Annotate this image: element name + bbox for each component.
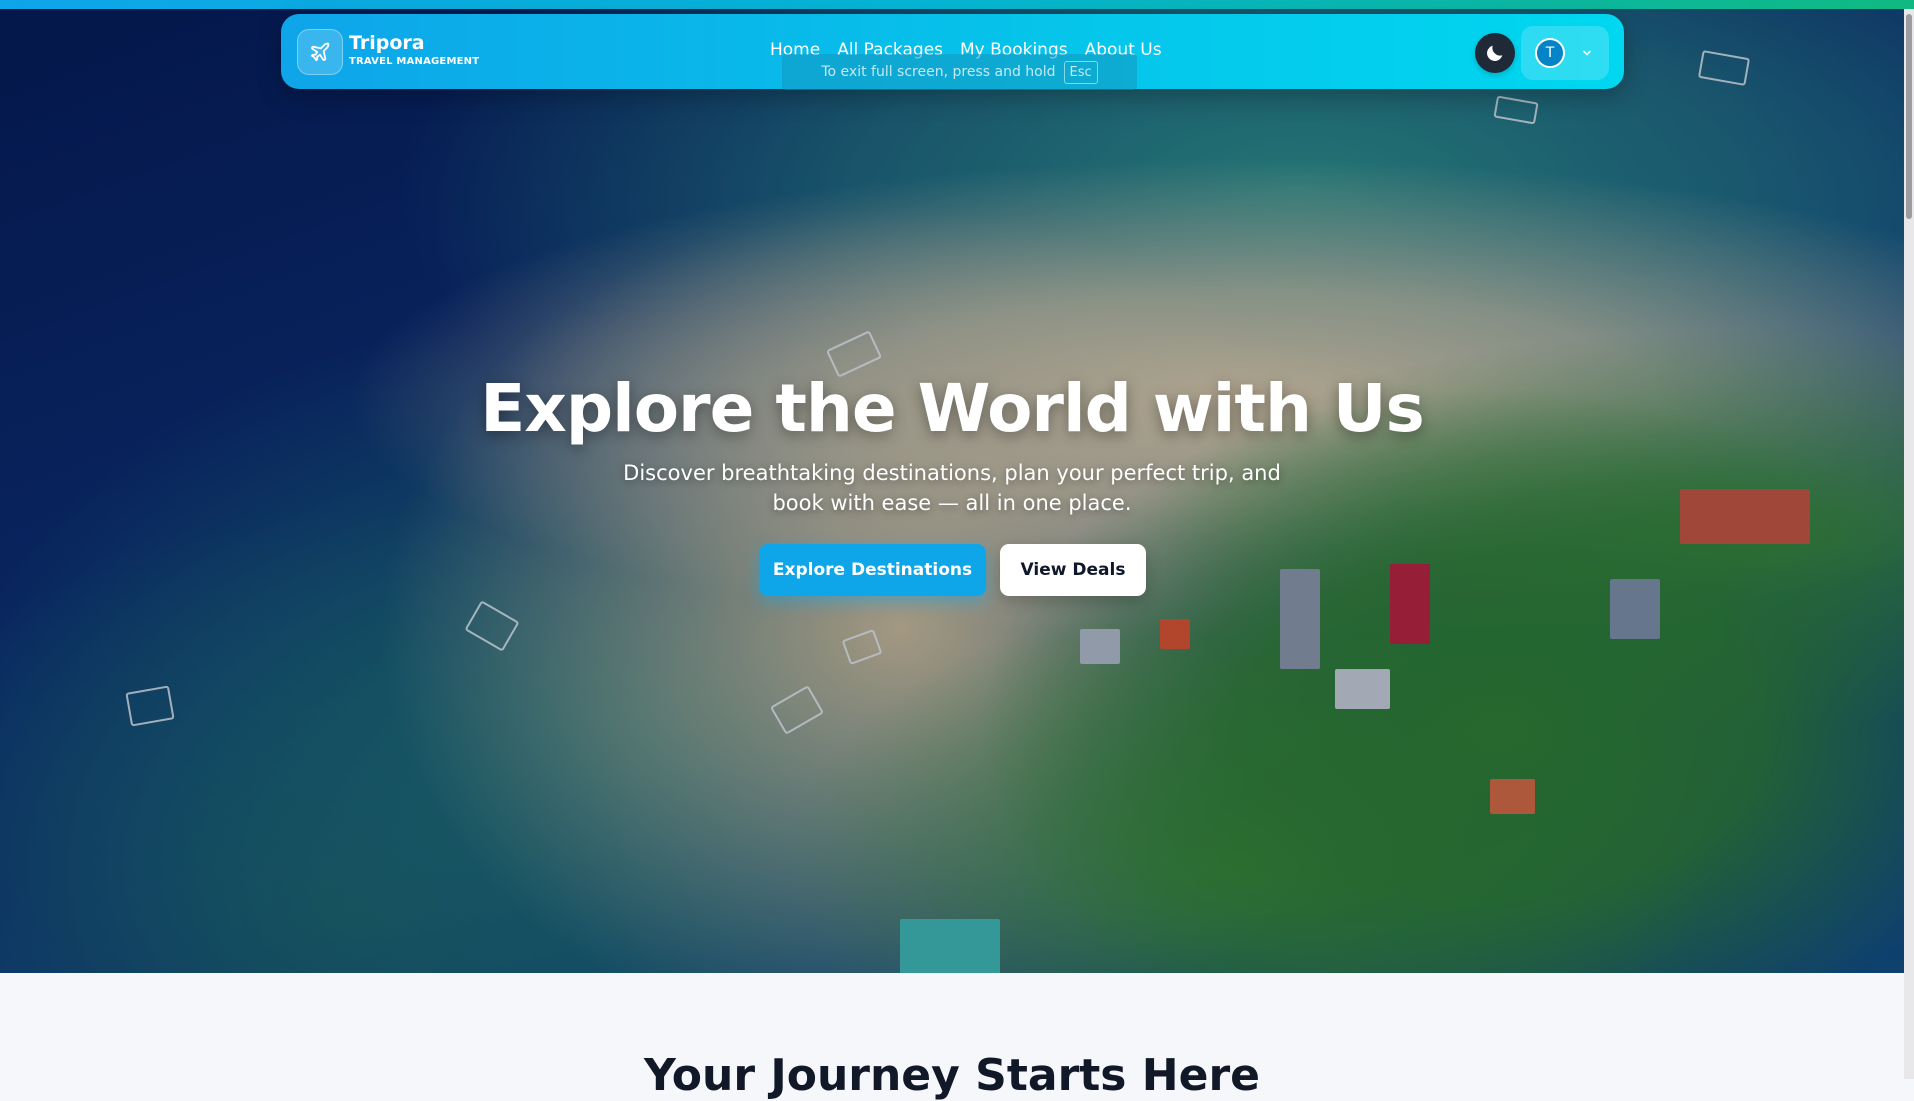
hero-title: Explore the World with Us bbox=[480, 370, 1425, 447]
fullscreen-hint-key: Esc bbox=[1063, 60, 1098, 84]
user-menu-button[interactable]: T bbox=[1521, 26, 1609, 80]
fullscreen-hint-text: To exit full screen, press and hold bbox=[821, 64, 1056, 80]
hero-subtitle: Discover breathtaking destinations, plan… bbox=[623, 461, 1281, 515]
explore-destinations-button[interactable]: Explore Destinations bbox=[759, 544, 986, 596]
brand-name[interactable]: Tripora bbox=[349, 32, 425, 54]
scrollbar-thumb[interactable] bbox=[1906, 14, 1912, 219]
section-title: Your Journey Starts Here bbox=[643, 1050, 1261, 1101]
view-deals-button[interactable]: View Deals bbox=[1000, 544, 1146, 596]
fullscreen-exit-hint: To exit full screen, press and hold Esc bbox=[782, 54, 1137, 90]
chevron-down-icon bbox=[1583, 50, 1591, 56]
avatar: T bbox=[1535, 38, 1565, 68]
airplane-icon bbox=[310, 42, 330, 62]
logo[interactable] bbox=[297, 29, 343, 75]
navbar: Tripora TRAVEL MANAGEMENT Home All Packa… bbox=[281, 14, 1624, 90]
theme-toggle-button[interactable] bbox=[1475, 33, 1515, 73]
moon-icon bbox=[1487, 45, 1503, 61]
brand-tagline: TRAVEL MANAGEMENT bbox=[349, 56, 480, 67]
top-accent-bar bbox=[0, 0, 1914, 9]
